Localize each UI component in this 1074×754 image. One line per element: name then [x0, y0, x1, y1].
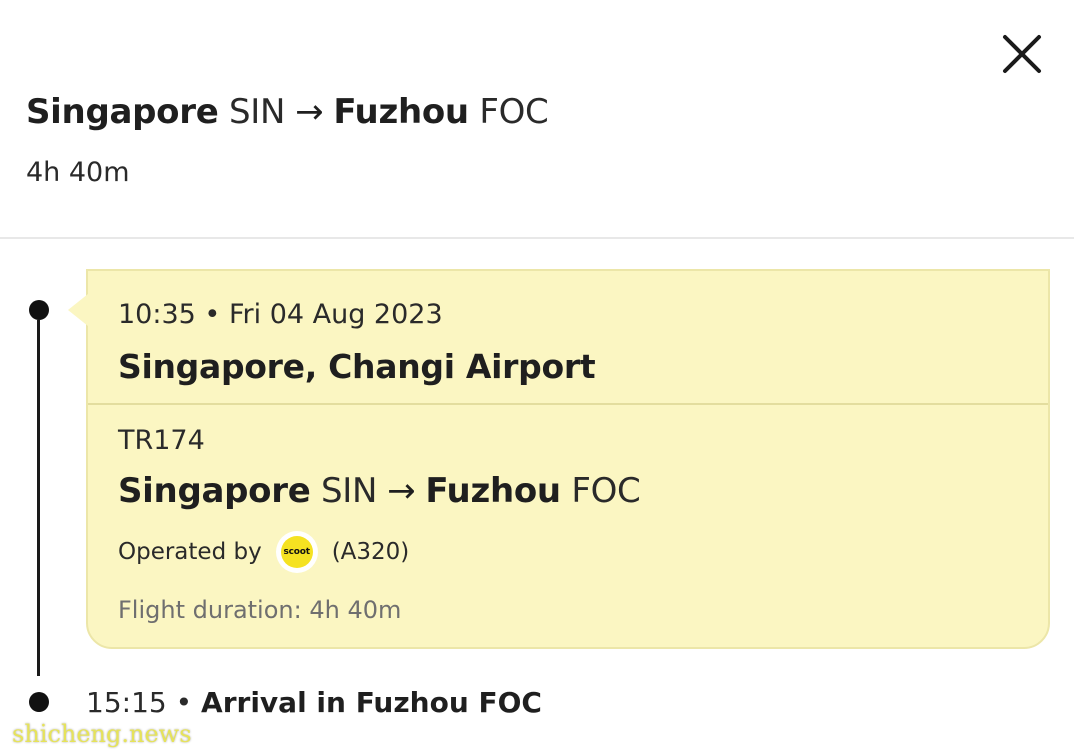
- departure-time: 10:35: [118, 299, 196, 330]
- departure-section: 10:35 • Fri 04 Aug 2023 Singapore, Chang…: [88, 271, 1048, 405]
- total-duration: 4h 40m: [26, 157, 130, 188]
- arrow-right-icon: →: [387, 471, 416, 511]
- flight-segment-card: 10:35 • Fri 04 Aug 2023 Singapore, Chang…: [86, 269, 1050, 649]
- arrival-time: 15:15: [86, 686, 167, 719]
- timeline-arrival-dot: [29, 692, 49, 712]
- flight-duration: Flight duration: 4h 40m: [118, 596, 402, 624]
- operated-by-label: Operated by: [118, 539, 262, 565]
- aircraft-type: (A320): [331, 539, 410, 565]
- segment-origin-city: Singapore: [118, 471, 311, 511]
- arrival-row: 15:15 • Arrival in Fuzhou FOC: [86, 684, 542, 722]
- origin-code: SIN: [228, 92, 286, 132]
- flight-number: TR174: [118, 425, 205, 456]
- timeline-line: [37, 320, 40, 676]
- destination-city: Fuzhou: [333, 92, 469, 132]
- timeline-departure-dot: [29, 300, 49, 320]
- destination-code: FOC: [479, 92, 549, 132]
- arrow-right-icon: →: [295, 92, 324, 132]
- separator-dot: •: [204, 299, 221, 330]
- segment-origin-code: SIN: [320, 471, 378, 511]
- airline-logo: scoot: [275, 531, 318, 573]
- departure-date: Fri 04 Aug 2023: [228, 299, 443, 330]
- departure-datetime: 10:35 • Fri 04 Aug 2023: [118, 297, 443, 333]
- segment-route: Singapore SIN → Fuzhou FOC: [118, 469, 641, 513]
- header-divider: [0, 237, 1074, 239]
- card-pointer: [68, 294, 88, 326]
- separator-dot: •: [175, 686, 193, 719]
- airline-logo-text: scoot: [280, 536, 313, 568]
- departure-airport: Singapore, Changi Airport: [118, 347, 596, 386]
- watermark: shicheng.news: [12, 720, 192, 748]
- close-icon[interactable]: [1002, 34, 1042, 74]
- route-title: Singapore SIN → Fuzhou FOC: [26, 90, 549, 134]
- flight-details-panel: Singapore SIN → Fuzhou FOC 4h 40m 10:35 • …: [0, 0, 1074, 754]
- segment-destination-code: FOC: [571, 471, 641, 511]
- origin-city: Singapore: [26, 92, 219, 132]
- segment-destination-city: Fuzhou: [425, 471, 561, 511]
- operated-by-row: Operated by scoot (A320): [118, 531, 409, 573]
- close-button[interactable]: [996, 28, 1048, 80]
- arrival-label: Arrival in Fuzhou FOC: [201, 686, 542, 719]
